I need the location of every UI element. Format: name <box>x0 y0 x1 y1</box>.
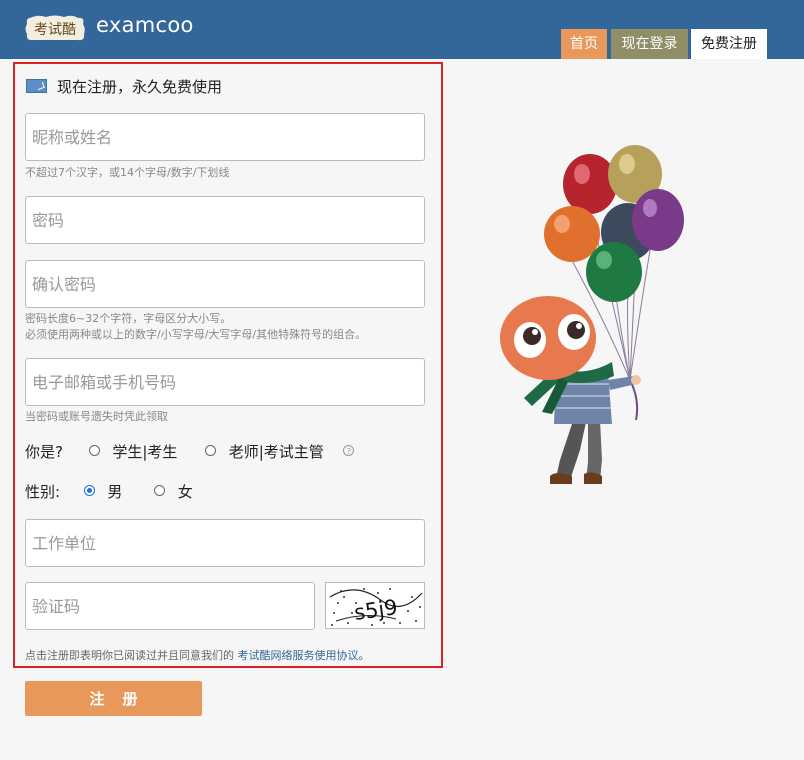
contact-input[interactable] <box>25 358 425 406</box>
captcha-image[interactable]: s5j9 <box>325 582 425 629</box>
role-student-label[interactable]: 学生|考生 <box>112 443 177 461</box>
nickname-input[interactable] <box>25 113 425 161</box>
confirm-password-input[interactable] <box>25 260 425 308</box>
edit-icon <box>26 78 47 93</box>
gender-row: 性别: 男 女 <box>25 481 193 503</box>
gender-female-radio[interactable] <box>153 485 165 496</box>
captcha-input[interactable] <box>25 582 315 630</box>
form-heading-text: 现在注册，永久免费使用 <box>57 78 223 96</box>
agreement-text: 点击注册即表明你已阅读过并且同意我们的 考试酷网络服务使用协议。 <box>25 647 370 663</box>
gender-label: 性别: <box>25 483 61 501</box>
workplace-input[interactable] <box>25 519 425 567</box>
register-button[interactable]: 注册 <box>25 681 202 716</box>
role-teacher-radio[interactable] <box>204 445 216 456</box>
password-hint-line1: 密码长度6~32个字符，字母区分大小写。 <box>25 312 232 325</box>
site-name: examcoo <box>96 13 194 37</box>
mascot-illustration <box>490 140 700 490</box>
password-input[interactable] <box>25 196 425 244</box>
password-hint-line2: 必须使用两种或以上的数字/小写字母/大写字母/其他特殊符号的组合。 <box>25 328 367 341</box>
nav-home[interactable]: 首页 <box>561 29 607 59</box>
logo-text: 考试酷 <box>34 22 76 38</box>
logo[interactable]: 考试酷 <box>24 14 86 44</box>
agreement-link[interactable]: 考试酷网络服务使用协议。 <box>238 649 370 662</box>
gender-male-label[interactable]: 男 <box>107 483 122 501</box>
agreement-prefix: 点击注册即表明你已阅读过并且同意我们的 <box>25 649 234 662</box>
form-heading: 现在注册，永久免费使用 <box>26 77 222 97</box>
password-hint: 密码长度6~32个字符，字母区分大小写。 必须使用两种或以上的数字/小写字母/大… <box>25 311 366 343</box>
nav-login[interactable]: 现在登录 <box>611 29 688 59</box>
gender-male-radio[interactable] <box>83 485 95 496</box>
nickname-hint: 不超过7个汉字，或14个字母/数字/下划线 <box>25 166 230 179</box>
contact-hint: 当密码或账号遗失时凭此领取 <box>25 410 168 423</box>
role-row: 你是? 学生|考生 老师|考试主管 ? <box>25 441 355 463</box>
role-label: 你是? <box>25 443 63 461</box>
role-teacher-label[interactable]: 老师|考试主管 <box>229 443 324 461</box>
help-circle-icon[interactable]: ? <box>343 445 355 456</box>
top-bar: 考试酷 examcoo 首页 现在登录 免费注册 <box>0 0 804 59</box>
role-student-radio[interactable] <box>88 445 100 456</box>
captcha-text: s5j9 <box>353 595 399 625</box>
gender-female-label[interactable]: 女 <box>178 483 193 501</box>
nav-register[interactable]: 免费注册 <box>691 29 767 59</box>
